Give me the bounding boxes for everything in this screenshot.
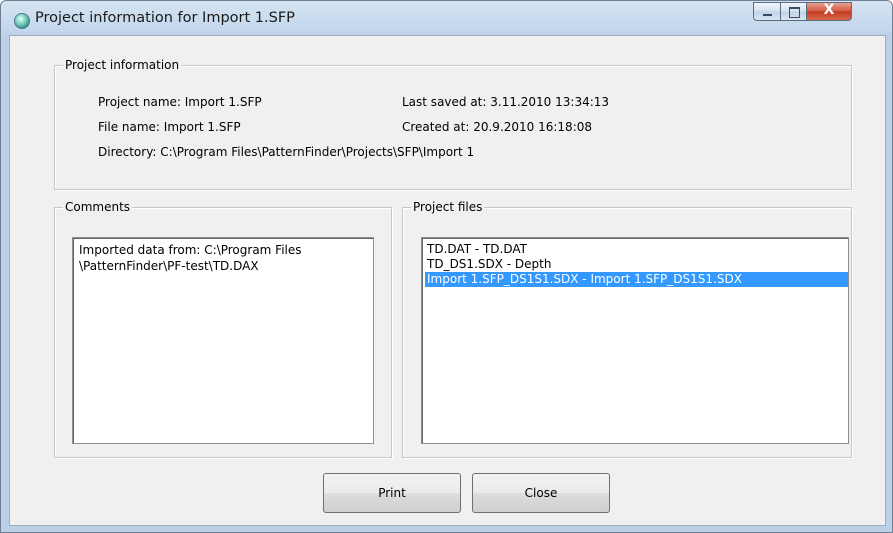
close-button[interactable]: Close xyxy=(472,473,610,513)
minimize-button[interactable] xyxy=(753,2,781,21)
print-button[interactable]: Print xyxy=(323,473,461,513)
app-icon xyxy=(14,13,30,29)
close-window-button[interactable]: X xyxy=(806,2,852,21)
project-information-title: Project information xyxy=(63,58,182,72)
project-files-group: Project files TD.DAT - TD.DAT TD_DS1.SDX… xyxy=(402,200,852,458)
dialog-window: Project information for Import 1.SFP X P… xyxy=(0,0,893,533)
list-item[interactable]: TD_DS1.SDX - Depth xyxy=(425,257,848,272)
list-item-selected[interactable]: Import 1.SFP_DS1S1.SDX - Import 1.SFP_DS… xyxy=(425,272,848,287)
directory-text: Directory: C:\Program Files\PatternFinde… xyxy=(98,145,475,159)
project-files-title: Project files xyxy=(411,200,485,214)
created-text: Created at: 20.9.2010 16:18:08 xyxy=(402,120,593,134)
project-information-group: Project information Project name: Import… xyxy=(54,58,852,190)
comments-title: Comments xyxy=(63,200,133,214)
close-icon: X xyxy=(823,2,835,18)
project-name-text: Project name: Import 1.SFP xyxy=(98,95,262,109)
comment-line: Imported data from: C:\Program Files xyxy=(79,243,302,257)
project-files-list[interactable]: TD.DAT - TD.DAT TD_DS1.SDX - Depth Impor… xyxy=(421,237,849,444)
last-saved-text: Last saved at: 3.11.2010 13:34:13 xyxy=(402,95,610,109)
dialog-client-area: Project information Project name: Import… xyxy=(9,35,886,526)
comments-textbox[interactable]: Imported data from: C:\Program Files \Pa… xyxy=(72,237,374,444)
file-name-text: File name: Import 1.SFP xyxy=(98,120,241,134)
comment-line: \PatternFinder\PF-test\TD.DAX xyxy=(79,259,259,273)
comments-content: Imported data from: C:\Program Files \Pa… xyxy=(79,242,367,274)
comments-group: Comments Imported data from: C:\Program … xyxy=(54,200,392,458)
window-title: Project information for Import 1.SFP xyxy=(35,10,295,26)
maximize-button[interactable] xyxy=(780,2,807,21)
title-bar[interactable]: Project information for Import 1.SFP X xyxy=(1,1,892,35)
list-item[interactable]: TD.DAT - TD.DAT xyxy=(425,242,848,257)
